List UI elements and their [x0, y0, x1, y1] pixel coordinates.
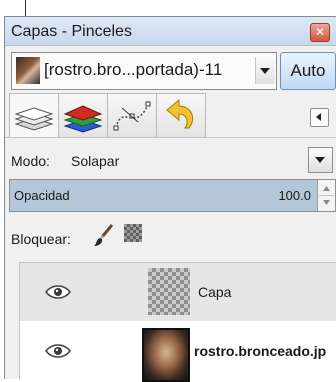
dock-tabs [9, 93, 336, 138]
auto-button[interactable]: Auto [280, 52, 336, 90]
eye-icon[interactable] [44, 343, 72, 359]
layer-row[interactable]: rostro.bronceado.jp [20, 322, 336, 382]
image-selector-value: [rostro.bro...portada)-11 [44, 60, 223, 79]
tab-layers[interactable] [9, 93, 59, 138]
close-icon: ✕ [314, 25, 326, 39]
lock-pixels-toggle[interactable] [93, 223, 115, 247]
tab-menu-button[interactable] [310, 108, 329, 127]
lock-alpha-toggle[interactable] [124, 224, 142, 242]
divider [5, 137, 336, 138]
layer-thumbnail [142, 328, 190, 382]
opacity-slider[interactable]: Opacidad 100.0 [9, 179, 336, 212]
layer-name[interactable]: Capa [198, 284, 231, 300]
chevron-down-icon [315, 157, 325, 163]
image-selector[interactable]: [rostro.bro...portada)-11 [11, 52, 277, 90]
channels-icon [63, 105, 103, 133]
dock-title: Capas - Pinceles [11, 23, 132, 40]
tab-channels[interactable] [58, 93, 108, 137]
opacity-spinner[interactable] [317, 180, 335, 211]
dock-titlebar: Capas - Pinceles ✕ [5, 17, 336, 46]
close-button[interactable]: ✕ [310, 23, 330, 42]
layers-list: Capa rostro.bronceado.jp [19, 262, 336, 382]
lock-label: Bloquear: [11, 231, 71, 247]
layers-icon [14, 107, 54, 131]
spinner-arrows-icon [319, 186, 334, 205]
layer-name[interactable]: rostro.bronceado.jp [194, 343, 326, 359]
chevron-down-icon [260, 68, 270, 74]
chevron-left-icon [316, 113, 321, 121]
background-window-frame [25, 0, 336, 17]
image-thumbnail [16, 57, 40, 84]
layer-thumbnail [148, 268, 190, 315]
mode-label: Modo: [11, 153, 50, 169]
image-selector-dropdown[interactable] [255, 57, 275, 84]
eye-icon[interactable] [44, 284, 72, 300]
mode-select[interactable]: Solapar [71, 153, 119, 169]
tab-paths[interactable] [107, 93, 157, 137]
opacity-value: 100.0 [278, 188, 311, 203]
paintbrush-icon [94, 224, 114, 246]
tab-undo-history[interactable] [156, 93, 206, 137]
layers-brushes-dock: Capas - Pinceles ✕ [rostro.bro...portada… [4, 16, 336, 382]
paths-icon [113, 101, 151, 131]
layer-row[interactable]: Capa [20, 263, 336, 322]
undo-history-icon [166, 98, 194, 129]
opacity-label: Opacidad [14, 188, 70, 203]
mode-dropdown[interactable] [308, 147, 333, 173]
